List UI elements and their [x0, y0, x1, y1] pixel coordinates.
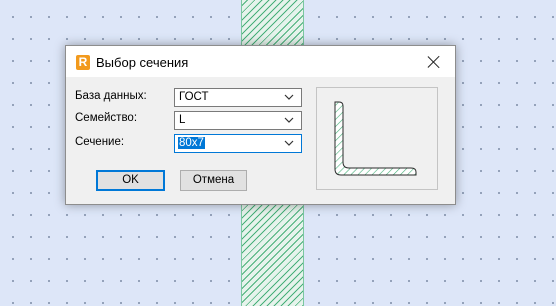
family-label: Семейство: [75, 112, 138, 124]
section-dialog: R Выбор сечения База данных: ГОСТ Семейс… [65, 45, 456, 205]
angle-section-shape [334, 101, 417, 176]
dialog-title: Выбор сечения [96, 55, 189, 70]
section-label: Сечение: [75, 136, 125, 148]
app-icon: R [76, 55, 90, 70]
dialog-body: База данных: ГОСТ Семейство: L Сечение: … [66, 77, 455, 204]
cancel-button[interactable]: Отмена [180, 170, 247, 191]
chevron-down-icon [284, 94, 294, 100]
family-select[interactable]: L [174, 111, 302, 130]
section-value: 80x7 [178, 137, 205, 149]
database-label: База данных: [75, 90, 147, 102]
close-icon[interactable] [427, 55, 441, 69]
chevron-down-icon [284, 140, 294, 146]
dialog-titlebar[interactable]: R Выбор сечения [66, 46, 455, 77]
section-preview [316, 87, 438, 190]
family-value: L [179, 114, 186, 126]
ok-button[interactable]: OK [96, 170, 165, 191]
database-select[interactable]: ГОСТ [174, 88, 302, 107]
chevron-down-icon [284, 117, 294, 123]
database-value: ГОСТ [179, 91, 209, 103]
section-select[interactable]: 80x7 [174, 134, 302, 153]
